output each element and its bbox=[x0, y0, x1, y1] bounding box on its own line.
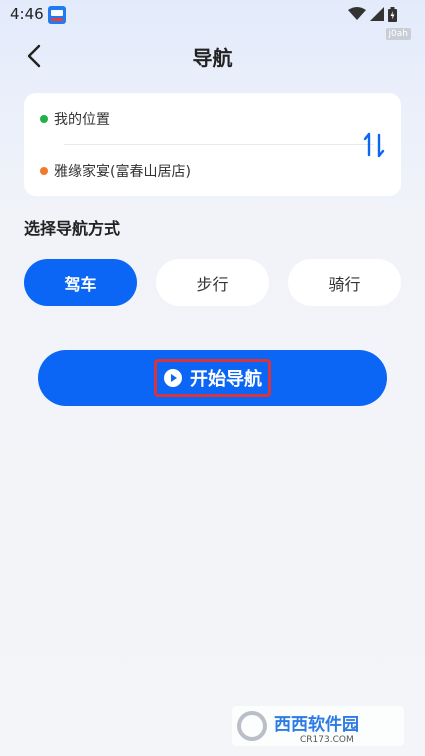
start-location-row[interactable]: 我的位置 bbox=[40, 109, 110, 129]
corner-tag: j0ah bbox=[385, 28, 411, 40]
mode-drive-button[interactable]: 驾车 bbox=[24, 259, 137, 306]
battery-icon bbox=[388, 6, 397, 22]
app-notification-icon bbox=[48, 6, 66, 24]
play-icon bbox=[164, 369, 182, 387]
wifi-icon bbox=[348, 7, 366, 20]
status-time: 4:46 bbox=[10, 5, 44, 23]
page-title: 导航 bbox=[192, 46, 233, 70]
swap-icon[interactable] bbox=[361, 131, 387, 159]
svg-text:西西软件园: 西西软件园 bbox=[274, 714, 359, 735]
start-location-label: 我的位置 bbox=[54, 112, 110, 128]
watermark-logo: 西西软件园 CR173.COM bbox=[232, 706, 404, 746]
start-dot-icon bbox=[40, 115, 48, 123]
svg-text:CR173.COM: CR173.COM bbox=[300, 735, 354, 745]
status-bar: 4:46 bbox=[0, 0, 425, 30]
end-location-row[interactable]: 雅缘家宴(富春山居店) bbox=[40, 161, 191, 181]
end-location-label: 雅缘家宴(富春山居店) bbox=[54, 164, 191, 180]
mode-ride-button[interactable]: 骑行 bbox=[288, 259, 401, 306]
mode-walk-button[interactable]: 步行 bbox=[156, 259, 269, 306]
start-navigation-button[interactable]: 开始导航 bbox=[38, 350, 387, 406]
site-watermark: 西西软件园 CR173.COM bbox=[232, 706, 404, 746]
signal-icon bbox=[370, 7, 384, 21]
route-card: 我的位置 雅缘家宴(富春山居店) bbox=[24, 93, 401, 196]
mode-section-title: 选择导航方式 bbox=[24, 219, 121, 238]
end-dot-icon bbox=[40, 167, 48, 175]
start-navigation-highlight: 开始导航 bbox=[154, 359, 271, 397]
route-divider bbox=[64, 144, 374, 145]
start-navigation-label: 开始导航 bbox=[190, 369, 262, 389]
system-icons bbox=[348, 6, 397, 22]
